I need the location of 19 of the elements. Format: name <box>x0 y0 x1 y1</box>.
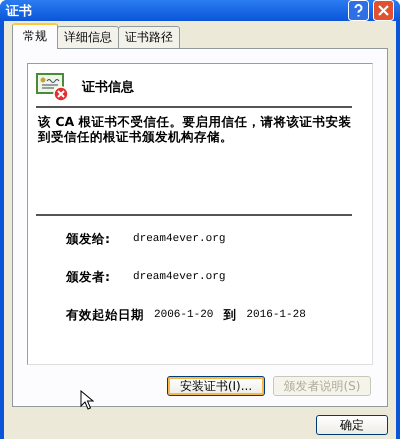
tab[interactable]: 常规 <box>12 23 58 49</box>
field-value: dream4ever.org <box>133 233 226 245</box>
to-label: 到 <box>223 306 236 324</box>
field-label: 颁发给: <box>66 230 111 248</box>
tab[interactable]: 证书路径 <box>118 26 180 49</box>
install-certificate-button[interactable]: 安装证书(I)... <box>167 376 265 396</box>
section-title: 证书信息 <box>82 79 134 96</box>
field-label: 颁发者: <box>66 268 111 286</box>
help-icon[interactable] <box>348 0 369 21</box>
window-title: 证书 <box>6 2 33 20</box>
validity-label: 有效起始日期 <box>66 306 144 324</box>
field-value: dream4ever.org <box>133 271 226 283</box>
end-date: 2016-1-28 <box>246 309 306 321</box>
certificate-error-icon <box>36 72 70 102</box>
start-date: 2006-1-20 <box>154 309 214 321</box>
trust-message: 该 CA 根证书不受信任。要启用信任，请将该证书安装到受信任的根证书颁发机构存储。 <box>38 114 352 144</box>
ok-button[interactable]: 确定 <box>316 415 388 435</box>
close-icon[interactable] <box>373 0 394 21</box>
tab[interactable]: 详细信息 <box>57 26 119 49</box>
